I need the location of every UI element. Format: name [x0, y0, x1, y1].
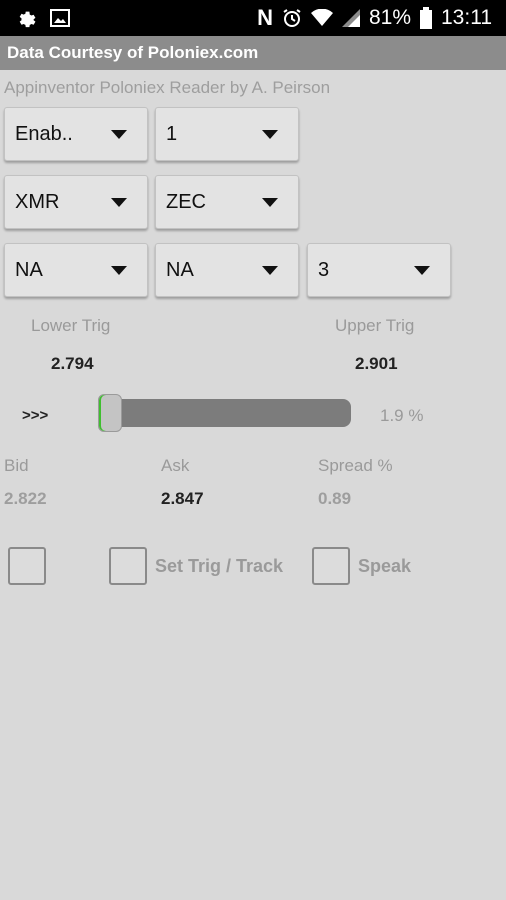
app-subtitle: Appinventor Poloniex Reader by A. Peirso… — [4, 78, 331, 97]
battery-percent: 81% — [368, 6, 411, 29]
upper-trigger-value: 2.901 — [355, 354, 398, 373]
dropdown-arrow-icon — [262, 265, 278, 275]
wifi-icon — [310, 9, 333, 27]
image-icon — [50, 8, 70, 28]
option-a-value: NA — [15, 258, 43, 281]
nfc-icon: N — [257, 5, 273, 30]
base-currency-value: XMR — [15, 190, 60, 213]
trigger-slider-thumb[interactable] — [98, 394, 122, 432]
slider-prefix: >>> — [22, 407, 49, 424]
enable-spinner-value: Enab.. — [15, 122, 73, 145]
slider-percent: 1.9 % — [380, 406, 424, 425]
set-trig-track-label: Set Trig / Track — [155, 556, 284, 576]
enable-spinner[interactable]: Enab.. — [4, 107, 148, 161]
speak-checkbox[interactable] — [312, 547, 350, 585]
signal-icon — [341, 9, 360, 27]
upper-trigger-label: Upper Trig — [335, 316, 415, 335]
dropdown-arrow-icon — [414, 265, 430, 275]
app-title: Data Courtesy of Poloniex.com — [7, 43, 259, 62]
dropdown-arrow-icon — [262, 197, 278, 207]
checkbox-1[interactable] — [8, 547, 46, 585]
alarm-icon — [282, 8, 302, 28]
option-c-value: 3 — [318, 258, 330, 281]
dropdown-arrow-icon — [111, 129, 127, 139]
dropdown-arrow-icon — [262, 129, 278, 139]
quote-currency-value: ZEC — [166, 190, 206, 213]
option-b-value: NA — [166, 258, 194, 281]
bid-label: Bid — [4, 456, 29, 475]
battery-icon — [420, 7, 432, 29]
gear-icon — [14, 7, 36, 29]
speak-label: Speak — [358, 556, 412, 576]
bid-value: 2.822 — [4, 489, 47, 508]
quote-currency-spinner[interactable]: ZEC — [155, 175, 299, 229]
app-title-bar: Data Courtesy of Poloniex.com — [0, 36, 506, 70]
status-bar: N 81% 13:11 — [0, 0, 506, 36]
base-currency-spinner[interactable]: XMR — [4, 175, 148, 229]
interval-spinner-value: 1 — [166, 122, 178, 145]
lower-trigger-label: Lower Trig — [31, 316, 111, 335]
spread-label: Spread % — [318, 456, 393, 475]
clock: 13:11 — [441, 6, 492, 29]
dropdown-arrow-icon — [111, 197, 127, 207]
interval-spinner[interactable]: 1 — [155, 107, 299, 161]
option-c-spinner[interactable]: 3 — [307, 243, 451, 297]
option-a-spinner[interactable]: NA — [4, 243, 148, 297]
ask-value: 2.847 — [161, 489, 204, 508]
set-trig-track-checkbox[interactable] — [109, 547, 147, 585]
spread-value: 0.89 — [318, 489, 352, 508]
ask-label: Ask — [161, 456, 190, 475]
lower-trigger-value: 2.794 — [51, 354, 94, 373]
dropdown-arrow-icon — [111, 265, 127, 275]
option-b-spinner[interactable]: NA — [155, 243, 299, 297]
trigger-slider-track[interactable] — [98, 399, 351, 427]
